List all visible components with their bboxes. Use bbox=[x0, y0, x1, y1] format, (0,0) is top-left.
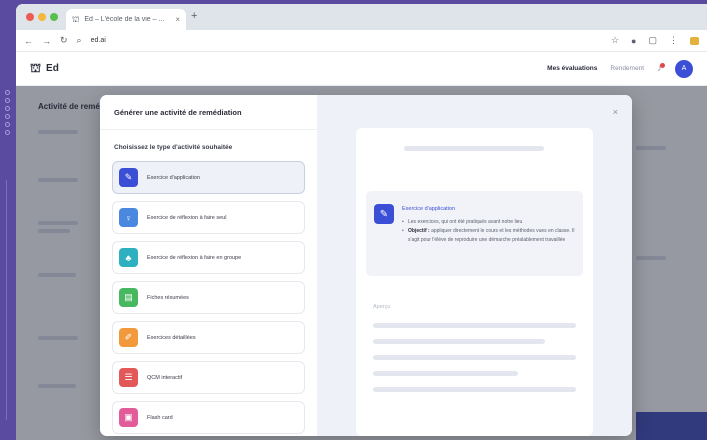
modal-divider bbox=[100, 129, 317, 130]
description-bullet: Objectif : appliquer directement le cour… bbox=[402, 227, 578, 245]
side-decoration bbox=[2, 90, 12, 135]
modal-title: Générer une activité de remédiation bbox=[114, 108, 242, 117]
app-header: ⛫ Ed Mes évaluations Rendement ♪ A bbox=[16, 52, 707, 86]
type-item-exercice-application[interactable]: ✎ Exercice d'application bbox=[112, 161, 305, 194]
type-label: Flash card bbox=[147, 414, 173, 421]
profile-extension-icon[interactable] bbox=[690, 36, 699, 45]
description-title: Exercice d'application bbox=[402, 206, 456, 212]
type-item-reflexion-seul[interactable]: ♀ Exercice de réflexion à faire seul bbox=[112, 201, 305, 234]
activity-description: ✎ Exercice d'application Les exercices, … bbox=[366, 191, 583, 276]
modal-left-panel: Générer une activité de remédiation Choi… bbox=[100, 95, 317, 436]
choose-type-label: Choisissez le type d'activité souhaitée bbox=[114, 144, 233, 151]
type-label: Exercice de réflexion à faire en groupe bbox=[147, 254, 242, 261]
exercices-detaillees-icon: ✐ bbox=[119, 328, 138, 347]
skeleton-line bbox=[373, 339, 545, 344]
reload-icon[interactable]: ↻ bbox=[60, 35, 68, 46]
qcm-interactif-icon: ☰ bbox=[119, 368, 138, 387]
extension-icon[interactable]: ● bbox=[631, 36, 636, 46]
type-item-reflexion-groupe[interactable]: ♣ Exercice de réflexion à faire en groupe bbox=[112, 241, 305, 274]
new-tab-icon[interactable]: + bbox=[191, 10, 197, 22]
description-bullet: Les exercices, qui ont été pratiqués ava… bbox=[402, 218, 578, 227]
description-bullets: Les exercices, qui ont été pratiqués ava… bbox=[402, 218, 578, 245]
modal-preview-panel: × ✎ Exercice d'application Les exercices… bbox=[317, 95, 632, 436]
browser-toolbar: ← → ↻ ⌕ ed.ai ☆ ● ▢ ⋮ bbox=[16, 30, 707, 52]
preview-label: Aperçu bbox=[373, 304, 391, 310]
search-icon: ⌕ bbox=[76, 35, 82, 45]
menu-icon[interactable]: ⋮ bbox=[669, 35, 678, 46]
remediation-modal: Générer une activité de remédiation Choi… bbox=[100, 95, 632, 436]
skeleton-line bbox=[404, 146, 544, 151]
skeleton-line bbox=[373, 371, 518, 376]
bookmark-star-icon[interactable]: ☆ bbox=[611, 35, 619, 46]
nav-rendement[interactable]: Rendement bbox=[610, 65, 644, 72]
type-item-fiches-resumees[interactable]: ▤ Fiches résumées bbox=[112, 281, 305, 314]
type-label: Exercice d'application bbox=[147, 174, 201, 181]
app-logo[interactable]: ⛫ Ed bbox=[30, 61, 59, 77]
type-item-exercices-detaillees[interactable]: ✐ Exercices détaillées bbox=[112, 321, 305, 354]
logo-text: Ed bbox=[46, 63, 59, 74]
close-tab-icon[interactable]: × bbox=[175, 15, 180, 24]
preview-card: ✎ Exercice d'application Les exercices, … bbox=[356, 128, 593, 436]
type-item-flash-card[interactable]: ▣ Flash card bbox=[112, 401, 305, 434]
bullet-text: appliquer directement le cours et les mé… bbox=[408, 228, 575, 243]
type-label: Exercice de réflexion à faire seul bbox=[147, 214, 227, 221]
maximize-window-button[interactable] bbox=[50, 13, 58, 21]
type-item-qcm-interactif[interactable]: ☰ QCM interactif bbox=[112, 361, 305, 394]
ed-logo-icon: ⛫ bbox=[72, 14, 80, 24]
skeleton-line bbox=[373, 323, 576, 328]
address-bar[interactable]: ed.ai bbox=[91, 37, 602, 44]
browser-window: ⛫ Ed – L'école de la vie – ... × + ← → ↻… bbox=[16, 4, 707, 440]
reflexion-seul-icon: ♀ bbox=[119, 208, 138, 227]
activity-type-list: ✎ Exercice d'application ♀ Exercice de réfl… bbox=[112, 161, 305, 434]
browser-tab[interactable]: ⛫ Ed – L'école de la vie – ... × bbox=[66, 9, 186, 30]
minimize-window-button[interactable] bbox=[38, 13, 46, 21]
type-label: Exercices détaillées bbox=[147, 334, 196, 341]
type-label: QCM interactif bbox=[147, 374, 183, 381]
avatar[interactable]: A bbox=[675, 59, 693, 78]
side-rule bbox=[6, 180, 7, 420]
bullet-objective-label: Objectif : bbox=[408, 228, 430, 234]
pencil-icon: ✎ bbox=[374, 204, 394, 224]
skeleton-line bbox=[373, 387, 576, 392]
reflexion-groupe-icon: ♣ bbox=[119, 248, 138, 267]
nav-mes-evaluations[interactable]: Mes évaluations bbox=[547, 65, 597, 72]
skeleton-line bbox=[373, 355, 576, 360]
window-icon[interactable]: ▢ bbox=[648, 35, 657, 46]
close-window-button[interactable] bbox=[26, 13, 34, 21]
notification-dot bbox=[660, 63, 665, 68]
tab-title: Ed – L'école de la vie – ... bbox=[84, 16, 165, 23]
bullet-text: Les exercices, qui ont été pratiqués ava… bbox=[408, 219, 523, 225]
fiches-resumees-icon: ▤ bbox=[119, 288, 138, 307]
back-icon[interactable]: ← bbox=[24, 36, 33, 46]
forward-icon[interactable]: → bbox=[42, 36, 51, 46]
bell-icon[interactable]: ♪ bbox=[657, 63, 665, 74]
ed-logo-icon: ⛫ bbox=[30, 60, 42, 75]
exercice-application-icon: ✎ bbox=[119, 168, 138, 187]
flash-card-icon: ▣ bbox=[119, 408, 138, 427]
tab-strip: ⛫ Ed – L'école de la vie – ... × + bbox=[16, 4, 707, 30]
close-icon[interactable]: × bbox=[613, 107, 618, 117]
type-label: Fiches résumées bbox=[147, 294, 189, 301]
